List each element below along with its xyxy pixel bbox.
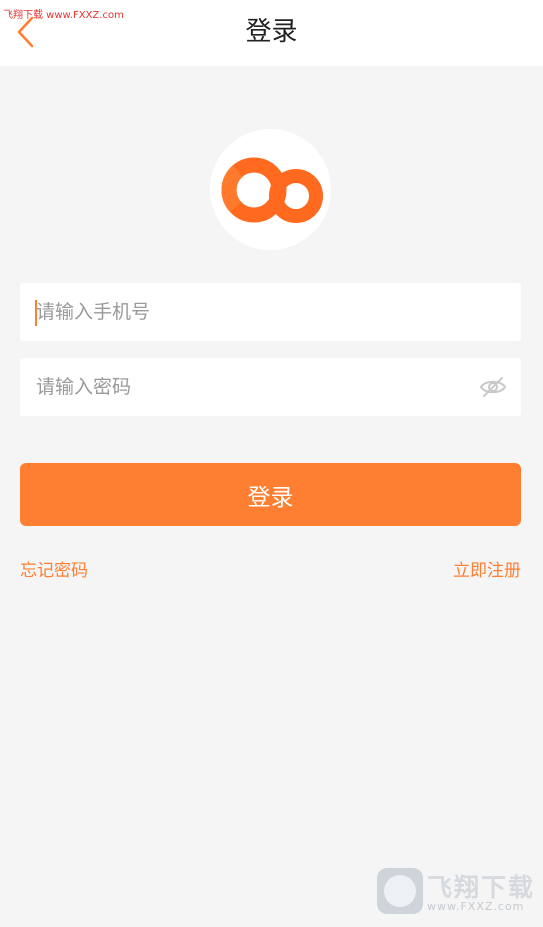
app-logo xyxy=(210,129,331,250)
eye-hidden-icon xyxy=(479,377,507,397)
login-button[interactable]: 登录 xyxy=(20,463,521,526)
watermark-bottom: 飞翔下载 www.FXXZ.com xyxy=(377,866,539,916)
page-title: 登录 xyxy=(245,17,298,47)
watermark-logo-icon xyxy=(377,868,423,914)
app-logo-icon xyxy=(221,157,323,223)
watermark-site: www.FXXZ.com xyxy=(427,900,525,913)
forgot-password-link[interactable]: 忘记密码 xyxy=(20,559,88,583)
watermark-name: 飞翔下载 xyxy=(427,873,536,902)
phone-input[interactable] xyxy=(36,283,476,341)
register-link[interactable]: 立即注册 xyxy=(453,559,521,583)
header-bar: 飞翔下载 www.FXXZ.com 登录 xyxy=(0,0,543,66)
password-input[interactable] xyxy=(36,358,476,416)
phone-field[interactable] xyxy=(20,283,521,341)
password-field[interactable] xyxy=(20,358,521,416)
password-visibility-toggle[interactable] xyxy=(479,375,507,399)
